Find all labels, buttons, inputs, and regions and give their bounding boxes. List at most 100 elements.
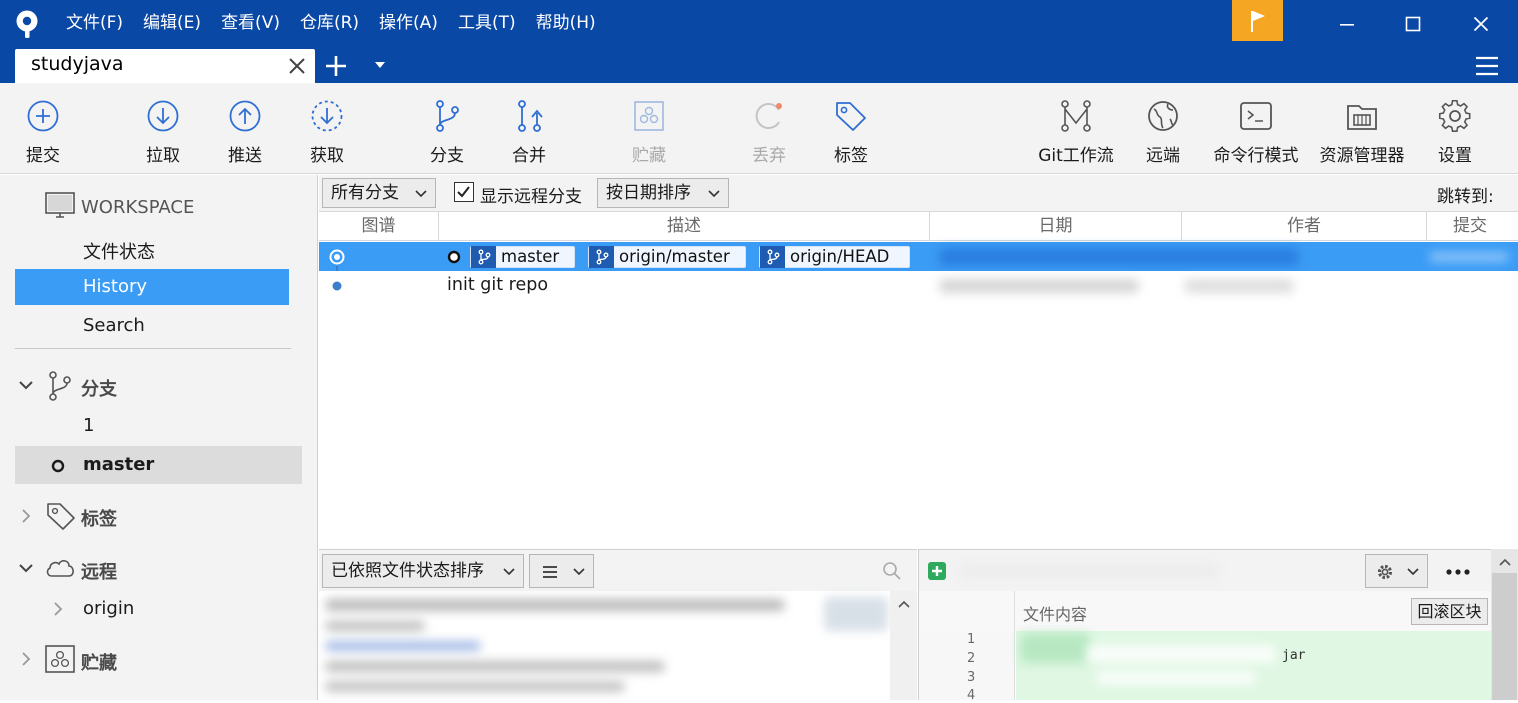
redacted-file-row[interactable]	[325, 599, 785, 611]
menu-help[interactable]: 帮助(H)	[526, 0, 606, 47]
branch-item-label: master	[83, 454, 155, 475]
pull-label: 拉取	[146, 146, 180, 166]
sidebar-item-file-status[interactable]: 文件状态	[83, 238, 155, 264]
menu-view[interactable]: 查看(V)	[211, 0, 290, 47]
hamburger-menu-button[interactable]	[1474, 55, 1500, 77]
revert-hunk-button[interactable]: 回滚区块	[1411, 598, 1488, 625]
scrollbar-thumb[interactable]	[1492, 573, 1517, 700]
checkmark-icon	[457, 186, 470, 198]
redacted-date-author	[939, 248, 1299, 266]
minimize-button[interactable]	[1318, 0, 1376, 47]
show-remote-label[interactable]: 显示远程分支	[480, 182, 582, 207]
chevron-right-icon[interactable]	[20, 508, 32, 524]
flag-icon	[1250, 10, 1265, 32]
sidebar-item-history[interactable]: History	[15, 269, 289, 305]
column-graph[interactable]: 图谱	[319, 212, 439, 241]
branches-select[interactable]: 所有分支	[322, 178, 436, 208]
branch-item-1[interactable]: 1	[83, 415, 94, 436]
close-icon	[289, 58, 305, 74]
close-window-button[interactable]	[1452, 0, 1510, 47]
menu-actions[interactable]: 操作(A)	[369, 0, 448, 47]
line-number: 2	[967, 651, 976, 666]
tag-button[interactable]: 标签	[822, 83, 880, 174]
column-author[interactable]: 作者	[1182, 212, 1427, 241]
view-mode-select[interactable]	[529, 554, 594, 588]
changed-files-list	[319, 591, 917, 700]
maximize-button[interactable]	[1384, 0, 1442, 47]
remotes-section-title[interactable]: 远程	[81, 558, 117, 584]
pull-button[interactable]: 拉取	[134, 83, 192, 174]
column-description[interactable]: 描述	[439, 212, 930, 241]
remote-item-origin[interactable]: origin	[83, 598, 134, 619]
discard-icon	[755, 103, 782, 129]
diff-hunk-header: 文件内容 回滚区块	[918, 591, 1491, 631]
tab-list-dropdown[interactable]	[372, 59, 388, 71]
stash-button[interactable]: 贮藏	[620, 83, 678, 174]
more-options-icon[interactable]	[1445, 568, 1471, 576]
merge-button[interactable]: 合并	[500, 83, 558, 174]
commit-label: 提交	[26, 146, 60, 166]
chevron-right-icon[interactable]	[52, 601, 64, 617]
tab-close-button[interactable]	[287, 56, 307, 76]
menu-repository[interactable]: 仓库(R)	[290, 0, 369, 47]
redacted-file-row[interactable]	[325, 621, 425, 631]
menu-file[interactable]: 文件(F)	[56, 0, 133, 47]
push-button[interactable]: 推送	[216, 83, 274, 174]
remote-button[interactable]: 远端	[1140, 83, 1186, 174]
menu-edit[interactable]: 编辑(E)	[133, 0, 211, 47]
commit-button[interactable]: 提交	[14, 83, 72, 174]
diff-options-select[interactable]	[1365, 554, 1428, 588]
show-remote-checkbox[interactable]	[454, 182, 474, 202]
caret-down-icon	[375, 62, 385, 68]
branch-item-master[interactable]: master	[15, 446, 302, 484]
redacted-file-path	[959, 564, 1219, 578]
sidebar: WORKSPACE 文件状态 History Search 分支 1 maste…	[0, 175, 318, 700]
ref-badge-master[interactable]: master	[470, 246, 575, 268]
branch-label: 分支	[430, 146, 464, 166]
list-icon	[543, 566, 557, 578]
tags-section-title[interactable]: 标签	[81, 505, 117, 531]
terminal-button[interactable]: 命令行模式	[1208, 83, 1304, 174]
redacted-file-row[interactable]	[325, 681, 625, 692]
added-file-icon	[928, 562, 946, 580]
ref-badge-origin-head[interactable]: origin/HEAD	[759, 246, 910, 268]
ref-badge-origin-master[interactable]: origin/master	[588, 246, 746, 268]
gitflow-button[interactable]: Git工作流	[1030, 83, 1122, 174]
chevron-down-icon[interactable]	[18, 378, 34, 392]
redacted-file-row[interactable]	[325, 641, 481, 651]
branch-icon	[478, 249, 490, 265]
menu-bar: 文件(F) 编辑(E) 查看(V) 仓库(R) 操作(A) 工具(T) 帮助(H…	[56, 0, 606, 47]
fetch-button[interactable]: 获取	[298, 83, 356, 174]
search-icon[interactable]	[882, 561, 902, 581]
commit-row-selected[interactable]: master origin/master origin/HEAD	[319, 242, 1518, 271]
settings-button[interactable]: 设置	[1428, 83, 1482, 174]
stash-label: 贮藏	[632, 146, 666, 166]
chevron-down-icon	[1407, 568, 1419, 576]
gear-icon	[1377, 564, 1393, 580]
branch-icon	[767, 249, 779, 265]
explorer-button[interactable]: 资源管理器	[1314, 83, 1410, 174]
branches-section-title[interactable]: 分支	[81, 375, 117, 401]
file-list-scrollbar[interactable]	[890, 591, 917, 700]
sort-select[interactable]: 按日期排序	[597, 178, 729, 208]
flag-button[interactable]	[1232, 0, 1283, 41]
discard-button[interactable]: 丢弃	[740, 83, 798, 174]
chevron-right-icon[interactable]	[20, 651, 32, 667]
diff-scrollbar[interactable]	[1491, 549, 1518, 700]
column-date[interactable]: 日期	[930, 212, 1182, 241]
redacted-file-row[interactable]	[325, 661, 665, 672]
file-content-label: 文件内容	[1023, 605, 1088, 624]
column-commit[interactable]: 提交	[1427, 212, 1518, 241]
graph-node-icon	[332, 281, 342, 291]
sidebar-item-search[interactable]: Search	[83, 315, 145, 336]
commit-row[interactable]: init git repo	[319, 271, 1518, 300]
branch-button[interactable]: 分支	[418, 83, 476, 174]
globe-icon	[1148, 101, 1178, 131]
chevron-down-icon[interactable]	[18, 561, 34, 575]
minimize-icon	[1340, 23, 1354, 26]
tab-studyjava[interactable]: studyjava	[15, 49, 315, 83]
new-tab-button[interactable]	[323, 53, 349, 79]
file-sort-select[interactable]: 已依照文件状态排序	[322, 554, 524, 588]
menu-tools[interactable]: 工具(T)	[448, 0, 526, 47]
stashes-section-title[interactable]: 贮藏	[81, 649, 117, 675]
